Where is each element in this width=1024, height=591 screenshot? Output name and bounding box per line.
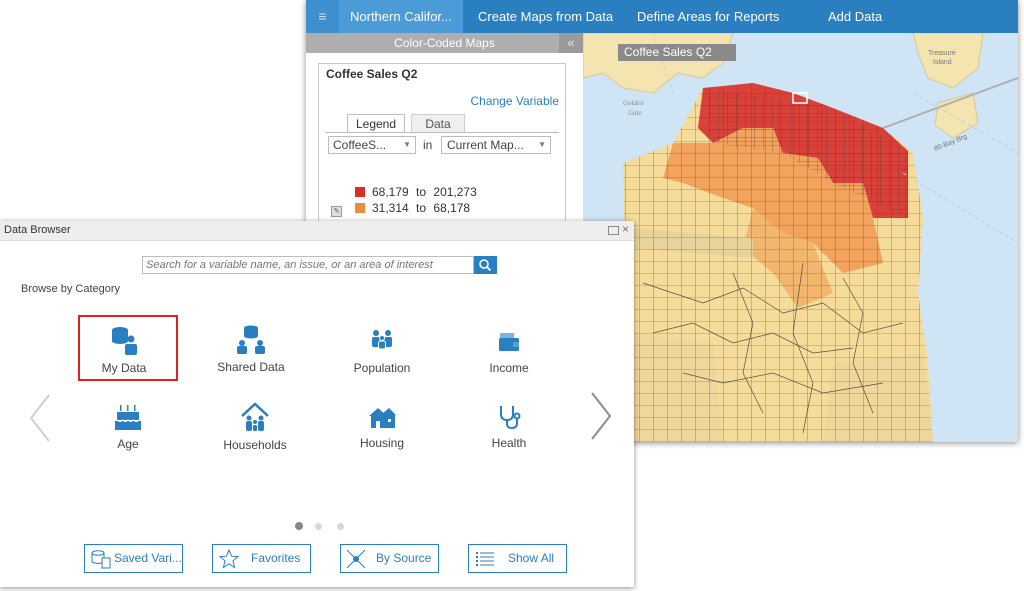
map-canvas: Golden Gate Treasure Island 80-Bay Brg bbox=[583, 33, 1018, 442]
category-label: Housing bbox=[359, 436, 405, 450]
nav-define-areas[interactable]: Define Areas for Reports bbox=[637, 0, 779, 33]
search-icon bbox=[479, 259, 492, 272]
carousel-next-icon[interactable] bbox=[588, 391, 614, 441]
pager-dot[interactable] bbox=[337, 523, 344, 530]
panel-header-title: Color-Coded Maps bbox=[394, 36, 495, 50]
dialog-title: Data Browser bbox=[4, 224, 71, 236]
nav-add-data[interactable]: Add Data bbox=[828, 0, 882, 33]
variable-select[interactable]: CoffeeS... ▼ bbox=[328, 136, 416, 154]
button-label: Saved Vari... bbox=[114, 551, 182, 565]
list-icon bbox=[476, 552, 494, 566]
favorites-button[interactable]: Favorites bbox=[212, 544, 311, 573]
top-nav-bar: ≡ Northern Califor... Create Maps from D… bbox=[306, 0, 1018, 33]
hamburger-menu-icon[interactable]: ≡ bbox=[306, 0, 339, 33]
data-browser-dialog: Data Browser × Browse by Category My Dat… bbox=[0, 221, 634, 587]
legend-from: 68,179 bbox=[372, 185, 409, 199]
category-health[interactable]: Health bbox=[459, 404, 559, 450]
browse-by-category-label: Browse by Category bbox=[21, 283, 121, 295]
search-button[interactable] bbox=[474, 256, 497, 274]
category-population[interactable]: Population bbox=[332, 327, 432, 375]
source-icon bbox=[346, 549, 366, 569]
legend-row-mid: 31,314 to 68,178 bbox=[372, 201, 470, 215]
change-variable-link[interactable]: Change Variable bbox=[470, 94, 559, 108]
map-label-island: Island bbox=[933, 59, 952, 66]
category-income[interactable]: Income bbox=[459, 329, 559, 375]
map-label-golden: Golden bbox=[623, 99, 644, 107]
nav-create-maps[interactable]: Create Maps from Data bbox=[478, 0, 613, 33]
carousel-prev-icon[interactable] bbox=[27, 393, 53, 443]
panel-header: Color-Coded Maps « bbox=[306, 33, 583, 53]
map-layer-title: Coffee Sales Q2 bbox=[326, 67, 418, 81]
category-label: Health bbox=[491, 436, 527, 450]
category-label: My Data bbox=[101, 361, 147, 375]
legend-swatch-high bbox=[355, 187, 365, 197]
variable-select-value: CoffeeS... bbox=[333, 138, 387, 152]
maximize-icon[interactable] bbox=[608, 226, 619, 235]
legend-to-word: to bbox=[416, 201, 427, 215]
pager-dot[interactable] bbox=[315, 523, 322, 530]
pager-dot-active[interactable] bbox=[295, 522, 303, 530]
households-icon bbox=[241, 402, 269, 431]
by-source-button[interactable]: By Source bbox=[340, 544, 439, 573]
saved-variables-button[interactable]: Saved Vari... bbox=[84, 544, 183, 573]
legend-from: 31,314 bbox=[372, 201, 409, 215]
chevron-down-icon: ▼ bbox=[538, 140, 546, 149]
dialog-titlebar: Data Browser × bbox=[0, 221, 634, 241]
star-icon bbox=[219, 549, 239, 569]
category-housing[interactable]: Housing bbox=[332, 404, 432, 450]
legend-to: 68,178 bbox=[433, 201, 471, 215]
choropleth-map[interactable]: Golden Gate Treasure Island 80-Bay Brg bbox=[583, 33, 1018, 442]
search-input[interactable] bbox=[143, 257, 472, 273]
legend-to: 201,273 bbox=[433, 185, 477, 199]
map-title-badge: Coffee Sales Q2 bbox=[618, 44, 736, 61]
my-data-icon bbox=[112, 327, 137, 355]
legend-to-word: to bbox=[416, 185, 427, 199]
button-label: Favorites bbox=[251, 551, 301, 565]
category-shared-data[interactable]: Shared Data bbox=[201, 324, 301, 374]
income-icon bbox=[499, 333, 519, 351]
category-label: Population bbox=[353, 361, 411, 375]
shared-data-icon bbox=[237, 325, 265, 354]
tab-data[interactable]: Data bbox=[411, 114, 465, 133]
stethoscope-icon bbox=[500, 406, 521, 430]
category-label: Households bbox=[223, 438, 287, 452]
search-field bbox=[142, 256, 474, 274]
legend-swatch-mid bbox=[355, 203, 365, 213]
collapse-panel-icon[interactable]: « bbox=[559, 33, 583, 53]
button-label: Show All bbox=[508, 551, 555, 565]
population-icon bbox=[372, 330, 392, 350]
map-label-treasure: Treasure bbox=[928, 50, 956, 57]
close-icon[interactable]: × bbox=[622, 222, 629, 237]
category-label: Income bbox=[489, 361, 529, 375]
saved-variables-icon bbox=[91, 550, 111, 569]
category-my-data[interactable]: My Data bbox=[74, 325, 174, 375]
nav-project-name[interactable]: Northern Califor... bbox=[350, 0, 452, 33]
category-households[interactable]: Households bbox=[205, 402, 305, 452]
legend-edit-icon[interactable]: ✎ bbox=[331, 206, 342, 217]
category-age[interactable]: Age bbox=[78, 403, 178, 451]
tab-divider bbox=[325, 132, 559, 133]
show-all-button[interactable]: Show All bbox=[468, 544, 567, 573]
category-label: Age bbox=[117, 437, 139, 451]
map-label-gate: Gate bbox=[628, 109, 642, 117]
chevron-down-icon: ▼ bbox=[403, 140, 411, 149]
button-label: By Source bbox=[376, 551, 432, 565]
tab-legend[interactable]: Legend bbox=[347, 114, 405, 133]
geography-select[interactable]: Current Map... ▼ bbox=[441, 136, 551, 154]
category-label: Shared Data bbox=[217, 360, 285, 374]
housing-icon bbox=[369, 408, 396, 428]
in-label: in bbox=[423, 138, 433, 152]
geography-select-value: Current Map... bbox=[447, 138, 524, 152]
legend-row-high: 68,179 to 201,273 bbox=[372, 185, 477, 199]
birthday-cake-icon bbox=[115, 405, 141, 430]
